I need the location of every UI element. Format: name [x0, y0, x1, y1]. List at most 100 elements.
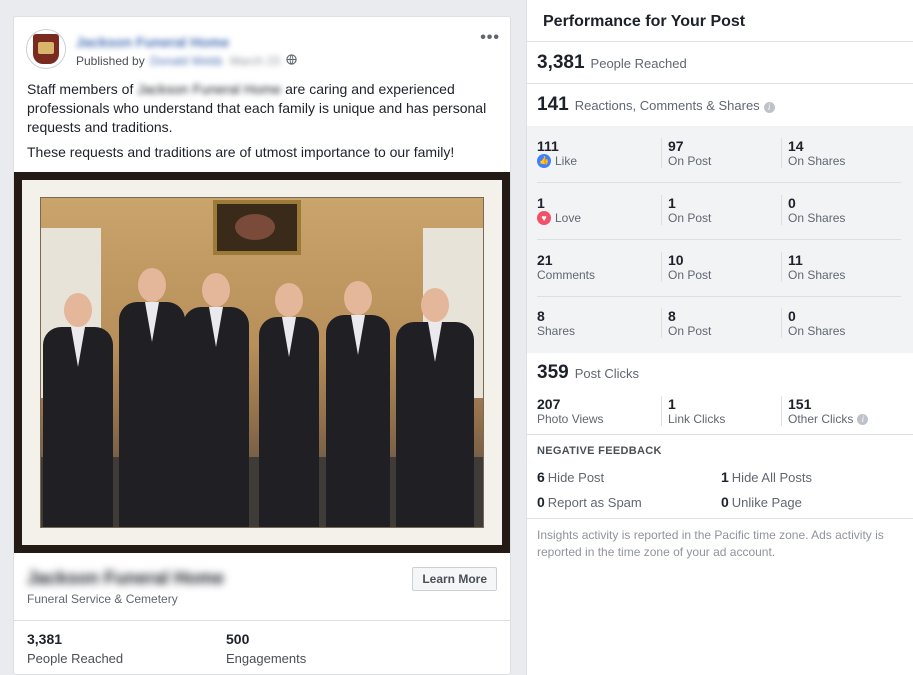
staff-person	[43, 293, 113, 527]
neg-value: 6	[537, 469, 545, 485]
link-preview[interactable]: Jackson Funeral Home Funeral Service & C…	[14, 564, 510, 620]
post-clicks-total: 359 Post Clicks	[537, 362, 639, 384]
cell-on-post: 1 On Post	[661, 195, 711, 225]
love-reaction-icon: ♥	[537, 211, 551, 225]
neg-label: Report as Spam	[547, 495, 642, 510]
cell-label: Photo Views	[537, 412, 604, 426]
globe-icon	[286, 54, 297, 68]
post-stat-value: 3,381	[27, 631, 63, 647]
cell-label: On Post	[668, 268, 712, 282]
cell-on-post: 97 On Post	[661, 138, 711, 168]
post-text-page-mention[interactable]: Jackson Funeral Home	[137, 81, 281, 97]
cell-on-shares: 0 On Shares	[781, 195, 845, 225]
publisher-name-link[interactable]: Donald Webb	[150, 54, 223, 68]
group-photo	[40, 197, 484, 528]
info-icon[interactable]: i	[763, 102, 775, 113]
post-timestamp[interactable]: March 23	[230, 54, 280, 68]
post-stats: 3,381 People Reached 500 Engagements	[14, 620, 510, 675]
cell-value: 207	[537, 396, 561, 412]
more-options-icon[interactable]: •••	[480, 29, 500, 47]
cell-label-wrap: 👍 Like	[537, 154, 577, 168]
info-icon[interactable]: i	[857, 413, 869, 425]
cell-on-shares: 14 On Shares	[781, 138, 845, 168]
neg-value: 1	[721, 469, 729, 485]
people-reached-value: 3,381	[537, 52, 585, 73]
reactions-total-value: 141	[537, 94, 569, 115]
reactions-total-label: Reactions, Comments & Shares	[574, 98, 760, 113]
cell-label: On Shares	[788, 324, 846, 338]
cell-value: 14	[788, 138, 804, 154]
cell-value: 1	[537, 195, 545, 211]
cell-on-post: 8 On Post	[661, 308, 711, 338]
cell-label: Link Clicks	[668, 412, 726, 426]
post-stat-label: Engagements	[226, 651, 307, 666]
cell-on-shares: 11 On Shares	[781, 252, 845, 282]
post-paragraph-2: These requests and traditions are of utm…	[27, 144, 455, 160]
page-logo	[33, 34, 59, 64]
cell-label: On Post	[668, 211, 712, 225]
cell-shares: 8 Shares	[537, 308, 575, 338]
cell-value: 0	[788, 195, 796, 211]
neg-value: 0	[721, 494, 729, 510]
cell-other-clicks: 151 Other Clicks i	[781, 396, 869, 426]
post-stat-label: People Reached	[27, 651, 124, 666]
cell-label: Shares	[537, 324, 576, 338]
wall-painting	[213, 200, 301, 255]
post-clicks-value: 359	[537, 362, 569, 383]
staff-person	[183, 273, 249, 527]
reaction-row-comments: 21 Comments 10 On Post 11 On Shares	[527, 240, 913, 297]
post-text-before: Staff members of	[27, 81, 138, 97]
cell-label: On Shares	[788, 211, 846, 225]
post-paragraph-1: Staff members of Jackson Funeral Home ar…	[27, 80, 497, 137]
timezone-footnote: Insights activity is reported in the Pac…	[537, 528, 884, 559]
page-name-link[interactable]: Jackson Funeral Home	[76, 34, 229, 50]
page-avatar[interactable]	[26, 29, 66, 69]
reactions-breakdown: 111 👍 Like 97 On Post 14 On Shares 1 ♥ Love 1O…	[527, 126, 913, 353]
cell-value: 21	[537, 252, 553, 268]
cell-label: On Post	[668, 324, 712, 338]
post-photo[interactable]	[14, 172, 510, 553]
post-stat-engagements: 500 Engagements	[226, 631, 306, 666]
post-clicks-section: 359 Post Clicks 207 Photo Views 1 Link Cli…	[527, 353, 913, 435]
post-stat-value: 500	[226, 631, 250, 647]
cell-label: On Shares	[788, 154, 846, 168]
post-message: Staff members of Jackson Funeral Home ar…	[27, 80, 497, 168]
reactions-total-row: 141 Reactions, Comments & Shares i	[527, 84, 913, 126]
post-header: Jackson Funeral Home Published by Donald…	[14, 17, 510, 77]
cell-comments: 21 Comments	[537, 252, 595, 282]
post-card: Jackson Funeral Home Published by Donald…	[13, 16, 511, 675]
post-stat-reached: 3,381 People Reached	[27, 631, 123, 666]
cell-value: 8	[537, 308, 545, 324]
cell-label-wrap: Other Clicks i	[788, 412, 869, 426]
neg-label: Hide Post	[547, 470, 605, 485]
photo-mat	[22, 180, 502, 545]
neg-report-spam: 0 Report as Spam	[537, 494, 642, 510]
neg-unlike-page: 0 Unlike Page	[721, 494, 802, 510]
cell-like: 111 👍 Like	[537, 138, 577, 168]
link-subtitle: Funeral Service & Cemetery	[27, 592, 178, 606]
cell-label: Other Clicks	[788, 412, 854, 426]
cell-value: 0	[788, 308, 796, 324]
link-title[interactable]: Jackson Funeral Home	[27, 568, 224, 589]
published-prefix: Published by	[76, 54, 145, 68]
neg-label: Unlike Page	[731, 495, 802, 510]
neg-hide-all-posts: 1 Hide All Posts	[721, 469, 812, 485]
neg-value: 0	[537, 494, 545, 510]
panel-title: Performance for Your Post	[527, 0, 913, 42]
cell-value: 97	[668, 138, 684, 154]
reaction-row-love: 1 ♥ Love 1 On Post 0 On Shares	[527, 183, 913, 240]
cell-value: 1	[668, 195, 676, 211]
staff-person	[326, 281, 390, 527]
staff-person	[119, 268, 185, 527]
cell-label: Like	[555, 154, 578, 168]
cell-label-wrap: ♥ Love	[537, 211, 581, 225]
learn-more-button[interactable]: Learn More	[412, 567, 497, 591]
staff-person	[396, 288, 474, 527]
negative-feedback-title: NEGATIVE FEEDBACK	[537, 445, 662, 457]
cell-label: Love	[555, 211, 582, 225]
cell-love: 1 ♥ Love	[537, 195, 581, 225]
like-reaction-icon: 👍	[537, 154, 551, 168]
cell-label: Comments	[537, 268, 596, 282]
cell-on-shares: 0 On Shares	[781, 308, 845, 338]
post-clicks-label: Post Clicks	[574, 366, 639, 381]
